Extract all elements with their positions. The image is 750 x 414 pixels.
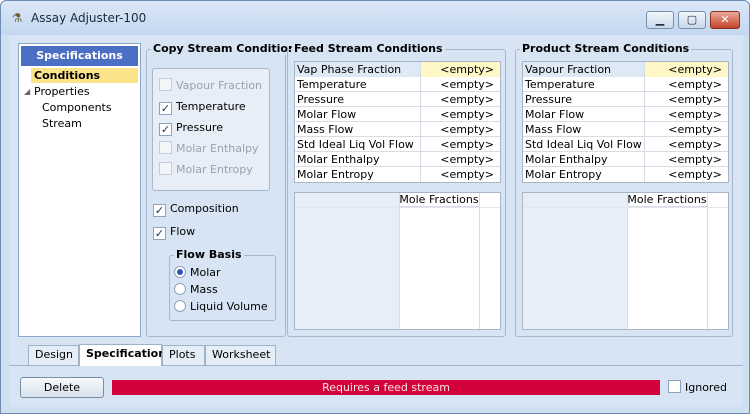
- table-row[interactable]: Temperature <empty>: [295, 77, 500, 92]
- feed-mole-fractions-table[interactable]: Mole Fractions: [294, 192, 501, 330]
- table-row[interactable]: Vapour Fraction <empty>: [523, 62, 728, 77]
- tree-item-properties[interactable]: Properties: [34, 84, 90, 99]
- product-mole-fractions-table[interactable]: Mole Fractions: [522, 192, 729, 330]
- table-row[interactable]: Molar Flow <empty>: [523, 107, 728, 122]
- tab-plots[interactable]: Plots: [162, 345, 205, 365]
- liquid-volume-radio[interactable]: Liquid Volume: [174, 299, 268, 315]
- table-row[interactable]: Mass Flow <empty>: [523, 122, 728, 137]
- specifications-tree: Specifications Conditions ◢ Properties C…: [18, 43, 141, 337]
- copy-stream-conditions-group: Copy Stream Conditions Vapour Fraction ✓…: [146, 42, 305, 337]
- table-row[interactable]: Molar Enthalpy <empty>: [523, 152, 728, 167]
- flow-basis-title: Flow Basis: [174, 248, 244, 261]
- composition-checkbox[interactable]: ✓ Composition: [153, 201, 239, 217]
- molar-radio[interactable]: Molar: [174, 265, 221, 281]
- row-divider: [523, 207, 728, 208]
- checkmark-icon: ✓: [153, 227, 166, 240]
- tree-item-conditions[interactable]: Conditions: [31, 68, 138, 83]
- checkbox-box: [159, 141, 172, 154]
- flow-basis-group: Flow Basis Molar Mass Liquid Volume: [169, 248, 276, 321]
- checkbox-box: [159, 78, 172, 91]
- tab-specifications[interactable]: Specifications: [79, 344, 173, 366]
- vapour-fraction-checkbox[interactable]: Vapour Fraction: [159, 78, 262, 94]
- tree-item-stream[interactable]: Stream: [42, 116, 82, 131]
- pressure-checkbox[interactable]: ✓ Pressure: [159, 120, 223, 136]
- molar-entropy-checkbox[interactable]: Molar Entropy: [159, 162, 253, 178]
- table-row[interactable]: Molar Entropy <empty>: [295, 167, 500, 182]
- product-stream-conditions-group: Product Stream Conditions Vapour Fractio…: [515, 42, 733, 337]
- column-divider: [479, 193, 480, 329]
- table-row[interactable]: Vap Phase Fraction <empty>: [295, 62, 500, 77]
- tab-strip: Design Specifications Plots Worksheet: [9, 344, 743, 367]
- column-divider: [707, 193, 708, 329]
- minimize-button[interactable]: ▁: [646, 11, 674, 29]
- table-row[interactable]: Molar Flow <empty>: [295, 107, 500, 122]
- checkbox-box: [159, 162, 172, 175]
- temperature-checkbox[interactable]: ✓ Temperature: [159, 99, 246, 115]
- row-divider: [295, 207, 500, 208]
- delete-button[interactable]: Delete: [20, 377, 104, 398]
- checkbox-box: [668, 380, 681, 393]
- fractions-row-header: [523, 193, 627, 329]
- product-stream-conditions-title: Product Stream Conditions: [520, 42, 692, 55]
- flow-checkbox[interactable]: ✓ Flow: [153, 224, 195, 240]
- close-button[interactable]: ✕: [710, 11, 740, 29]
- table-row[interactable]: Mass Flow <empty>: [295, 122, 500, 137]
- copy-stream-conditions-title: Copy Stream Conditions: [151, 42, 305, 55]
- status-bar: Requires a feed stream: [112, 380, 660, 395]
- feed-stream-conditions-group: Feed Stream Conditions Vap Phase Fractio…: [287, 42, 506, 337]
- radio-icon: [174, 283, 186, 295]
- checkmark-icon: ✓: [153, 204, 166, 217]
- expand-triangle-icon[interactable]: ◢: [24, 87, 30, 96]
- column-divider: [399, 193, 400, 329]
- tree-header: Specifications: [21, 46, 138, 66]
- main-window: ⚗ Assay Adjuster-100 ▁ ▢ ✕ Specification…: [0, 0, 750, 414]
- product-conditions-table: Vapour Fraction <empty> Temperature <empty…: [522, 61, 729, 183]
- table-row[interactable]: Temperature <empty>: [523, 77, 728, 92]
- checkmark-icon: ✓: [159, 123, 172, 136]
- table-row[interactable]: Std Ideal Liq Vol Flow <empty>: [295, 137, 500, 152]
- mass-radio[interactable]: Mass: [174, 282, 218, 298]
- table-row[interactable]: Pressure <empty>: [295, 92, 500, 107]
- radio-selected-icon: [174, 266, 186, 278]
- tab-design[interactable]: Design: [28, 345, 79, 365]
- restore-button[interactable]: ▢: [678, 11, 706, 29]
- feed-conditions-table: Vap Phase Fraction <empty> Temperature <em…: [294, 61, 501, 183]
- fractions-row-header: [295, 193, 399, 329]
- feed-stream-conditions-title: Feed Stream Conditions: [292, 42, 445, 55]
- tab-worksheet[interactable]: Worksheet: [205, 345, 276, 365]
- molar-enthalpy-checkbox[interactable]: Molar Enthalpy: [159, 141, 259, 157]
- table-row[interactable]: Molar Enthalpy <empty>: [295, 152, 500, 167]
- table-row[interactable]: Pressure <empty>: [523, 92, 728, 107]
- ignored-checkbox[interactable]: Ignored: [668, 380, 727, 396]
- radio-icon: [174, 300, 186, 312]
- table-row[interactable]: Std Ideal Liq Vol Flow <empty>: [523, 137, 728, 152]
- checkmark-icon: ✓: [159, 102, 172, 115]
- column-divider: [627, 193, 628, 329]
- mole-fractions-header: Mole Fractions: [627, 193, 707, 207]
- window-client-area: Specifications Conditions ◢ Properties C…: [9, 35, 743, 407]
- tree-item-components[interactable]: Components: [42, 100, 112, 115]
- copy-conditions-inner-group: Vapour Fraction ✓ Temperature ✓ Pressure M…: [152, 68, 270, 191]
- assay-adjuster-icon: ⚗: [11, 11, 23, 25]
- mole-fractions-header: Mole Fractions: [399, 193, 479, 207]
- title-bar[interactable]: ⚗ Assay Adjuster-100 ▁ ▢ ✕: [1, 1, 749, 35]
- window-title: Assay Adjuster-100: [31, 11, 147, 25]
- table-row[interactable]: Molar Entropy <empty>: [523, 167, 728, 182]
